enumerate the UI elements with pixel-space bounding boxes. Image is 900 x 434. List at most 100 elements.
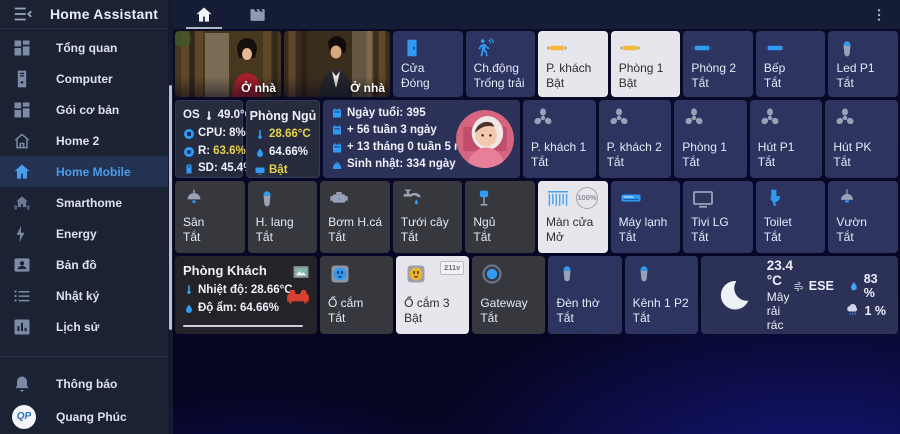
tile-altar-light[interactable]: Đèn thờ Tắt — [548, 256, 621, 334]
picture-frame-icon — [291, 262, 311, 282]
tile-toilet[interactable]: Toilet Tắt — [756, 181, 826, 253]
calendar-icon — [331, 142, 343, 154]
led-strip-icon — [764, 37, 786, 59]
tile-led-room1[interactable]: Phòng 1 Bật — [611, 31, 681, 97]
tile-fish-pump[interactable]: Bơm H.cá Tắt — [320, 181, 390, 253]
baby-avatar — [456, 110, 514, 168]
sd-card-icon — [183, 163, 195, 175]
tile-fan-hut-pk[interactable]: Hút PK Tắt — [825, 100, 898, 178]
sidebar-item-smarthome[interactable]: Smarthome — [0, 187, 168, 218]
scrollbar-thumb[interactable] — [169, 85, 172, 330]
tile-led-kitchen[interactable]: Bếp Tắt — [756, 31, 826, 97]
dots-vertical-icon — [871, 7, 887, 23]
ceiling-light-icon — [183, 187, 205, 209]
weather-card[interactable]: 23.4 °C Mây rải rác ESE 83 % — [701, 256, 898, 334]
door-icon — [401, 37, 423, 59]
droplet-icon — [183, 303, 195, 315]
menu-open-icon[interactable] — [12, 3, 34, 25]
fan-icon — [607, 106, 631, 130]
motion-sensor-icon — [474, 37, 496, 59]
os-sensor-card[interactable]: OS 49.0°C CPU:8% R:63.6% SD:45.4% — [175, 100, 243, 178]
tile-fan-living-1[interactable]: P. khách 1 Tắt — [523, 100, 596, 178]
air-conditioner-icon — [619, 187, 643, 211]
tile-sleep-lamp[interactable]: Ngủ Tắt — [465, 181, 535, 253]
tile-fan-room1[interactable]: Phòng 1 Tắt — [674, 100, 747, 178]
led-strip-icon — [619, 37, 641, 59]
tile-led-p1[interactable]: Led P1 Tắt — [828, 31, 898, 97]
user-avatar: QP — [12, 405, 36, 429]
tile-fan-living-2[interactable]: P. khách 2 Tắt — [599, 100, 672, 178]
baby-age-card[interactable]: Ngày tuổi: 395 + 56 tuần 3 ngày + 13 thá… — [323, 100, 520, 178]
sidebar-item-goi-co-ban[interactable]: Gói cơ bản — [0, 94, 168, 125]
home-assistant-app: Home Assistant Tổng quan Computer Gói cơ… — [0, 0, 900, 434]
sidebar-item-home-2[interactable]: Home 2 — [0, 125, 168, 156]
person-status: Ở nhà — [241, 81, 276, 95]
sidebar-item-lich-su[interactable]: Lịch sử — [0, 311, 168, 342]
tile-gateway[interactable]: Gateway Tắt — [472, 256, 545, 334]
account-map-icon — [12, 255, 32, 275]
living-room-card[interactable]: Phòng Khách Nhiệt độ:28.66°C Độ ẩm:64.66… — [175, 256, 317, 334]
pendant-light-icon — [836, 187, 858, 209]
tile-curtain[interactable]: 100% Màn cửa Mở — [538, 181, 608, 253]
view-dashboard-icon — [12, 38, 32, 58]
thermometer-icon — [183, 284, 195, 296]
home-tab-icon — [194, 5, 214, 25]
bell-icon — [12, 374, 32, 394]
tile-garden-light[interactable]: Vườn Tắt — [828, 181, 898, 253]
sidebar-item-notifications[interactable]: Thông báo — [0, 367, 168, 400]
person-card-2[interactable]: Ở nhà — [284, 31, 390, 97]
weather-details: ESE 83 % 1 % — [793, 272, 886, 318]
tab-home-view[interactable] — [181, 0, 227, 29]
wind-icon — [793, 279, 805, 294]
memory-icon — [183, 146, 195, 158]
movie-tab-icon — [248, 5, 268, 25]
tile-channel-1-p2[interactable]: Kênh 1 P2 Tắt — [625, 256, 698, 334]
rain-icon — [845, 303, 860, 318]
tile-led-room2[interactable]: Phòng 2 Tắt — [683, 31, 753, 97]
home-icon — [12, 162, 32, 182]
power-socket-icon — [328, 262, 352, 286]
grid-row-2: OS 49.0°C CPU:8% R:63.6% SD:45.4% Phòng … — [175, 100, 898, 178]
voltage-badge: 211v — [440, 261, 464, 275]
tile-yard-light[interactable]: Sân Tắt — [175, 181, 245, 253]
hue-bulb-icon — [556, 262, 578, 284]
tile-fan-hut-p1[interactable]: Hút P1 Tắt — [750, 100, 823, 178]
tab-movie-view[interactable] — [235, 0, 281, 29]
curtain-position-badge: 100% — [576, 187, 598, 209]
weather-precipitation: 1 % — [864, 304, 886, 318]
tile-door[interactable]: Cửa Đóng — [393, 31, 463, 97]
tile-led-living[interactable]: P. khách Bật — [538, 31, 608, 97]
sidebar-item-nhat-ky[interactable]: Nhật ký — [0, 280, 168, 311]
sidebar-item-home-mobile[interactable]: Home Mobile — [0, 156, 168, 187]
tile-socket-3[interactable]: 211v Ổ cắm 3 Bật — [396, 256, 469, 334]
tile-air-conditioner[interactable]: Máy lạnh Tắt — [611, 181, 681, 253]
tile-motion[interactable]: Ch.động Trống trải — [466, 31, 536, 97]
grid-row-3: Sân Tắt H. lang Tắt Bơm H.cá Tắt — [175, 181, 898, 253]
led-strip-icon — [691, 37, 713, 59]
tile-plant-watering[interactable]: Tưới cây Tắt — [393, 181, 463, 253]
grid-row-4: Phòng Khách Nhiệt độ:28.66°C Độ ẩm:64.66… — [175, 256, 898, 334]
sidebar-item-computer[interactable]: Computer — [0, 63, 168, 94]
sidebar-item-energy[interactable]: Energy — [0, 218, 168, 249]
desk-lamp-icon — [473, 187, 495, 209]
toilet-icon — [764, 187, 786, 209]
bedroom-sensor-card[interactable]: Phòng Ngủ 28.66°C 64.66% Bật — [246, 100, 320, 178]
thermometer-icon — [254, 129, 266, 141]
person-card-1[interactable]: Ở nhà — [175, 31, 281, 97]
sidebar-item-tong-quan[interactable]: Tổng quan — [0, 32, 168, 63]
lightning-bolt-icon — [12, 224, 32, 244]
tile-hallway-light[interactable]: H. lang Tắt — [248, 181, 318, 253]
calendar-icon — [331, 107, 343, 119]
grid-row-1: Ở nhà Ở nhà — [175, 31, 898, 97]
tile-socket-1[interactable]: Ổ cắm Tắt — [320, 256, 393, 334]
sidebar-item-ban-do[interactable]: Bản đồ — [0, 249, 168, 280]
weather-temp: 23.4 °C — [767, 258, 793, 288]
media-player-icon — [254, 165, 266, 177]
tile-tv-lg[interactable]: Tivi LG Tắt — [683, 181, 753, 253]
home-outline-icon — [12, 131, 32, 151]
wind-direction: ESE — [809, 279, 834, 293]
sidebar-divider — [0, 356, 168, 357]
sidebar-item-user-profile[interactable]: QP Quang Phúc — [0, 400, 168, 433]
fan-icon — [682, 106, 706, 130]
overflow-menu-button[interactable] — [864, 0, 894, 29]
